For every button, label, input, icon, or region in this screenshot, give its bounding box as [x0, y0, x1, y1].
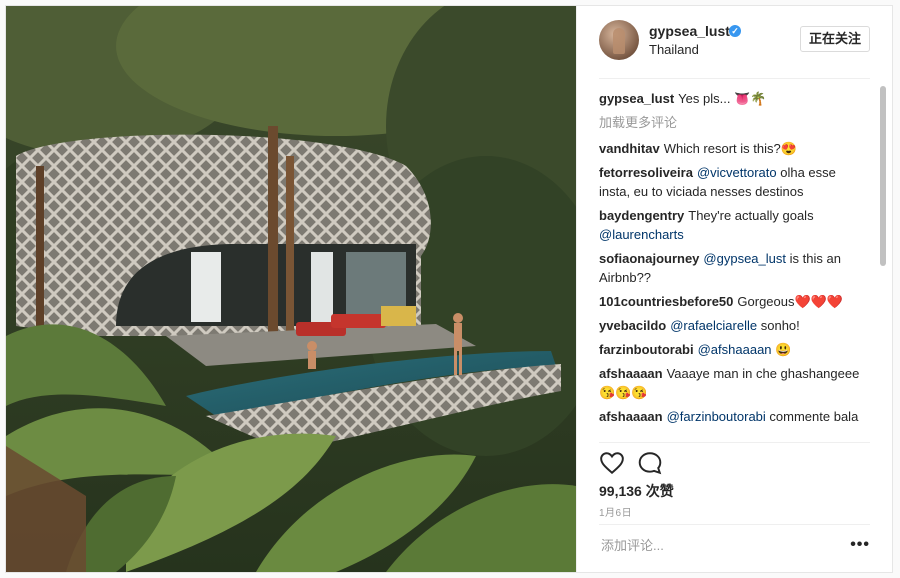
verified-badge-icon: ✓	[729, 25, 741, 37]
comment-item: afshaaaan @farzinboutorabi commente bala	[599, 407, 864, 426]
comment-username[interactable]: afshaaaan	[599, 366, 663, 381]
post-photo[interactable]	[6, 6, 576, 572]
heart-emojis: ❤️❤️❤️	[794, 294, 844, 309]
scrollbar-thumb[interactable]	[880, 86, 886, 266]
divider	[599, 78, 870, 79]
heart-icon[interactable]	[599, 450, 625, 476]
instagram-post: gypsea_lust ✓ Thailand 正在关注 gypsea_lust Y…	[5, 5, 893, 573]
likes-count[interactable]: 99,136 次赞	[599, 481, 674, 501]
comment-username[interactable]: sofiaonajourney	[599, 251, 699, 266]
comment-item: yvebacildo @rafaelciarelle sonho!	[599, 316, 864, 335]
avatar[interactable]	[599, 20, 639, 60]
comment-item: baydengentry They're actually goals @laure…	[599, 206, 864, 244]
header-username[interactable]: gypsea_lust	[649, 23, 730, 39]
comment-text: 😃	[775, 342, 792, 357]
comments-scrollbar[interactable]	[880, 86, 886, 446]
caption-text: Yes pls... 👅🌴	[678, 91, 767, 106]
location-link[interactable]: Thailand	[649, 42, 699, 57]
comment-item: 101countriesbefore50 Gorgeous❤️❤️❤️	[599, 292, 864, 311]
comment-mention[interactable]: @vicvettorato	[697, 165, 777, 180]
caption: gypsea_lust Yes pls... 👅🌴	[599, 89, 864, 108]
comment-text: commente bala	[769, 409, 859, 424]
speech-bubble-icon[interactable]	[637, 450, 663, 476]
comment-text: Which resort is this?😍	[663, 141, 797, 156]
comment-item: sofiaonajourney @gypsea_lust is this an A…	[599, 249, 864, 287]
comment-mention[interactable]: @afshaaaan	[698, 342, 772, 357]
caption-username[interactable]: gypsea_lust	[599, 91, 674, 106]
comment-username[interactable]: vandhitav	[599, 141, 660, 156]
divider	[599, 442, 870, 443]
comment-mention[interactable]: @gypsea_lust	[703, 251, 786, 266]
comment-mention[interactable]: @rafaelciarelle	[670, 318, 757, 333]
comment-text: Gorgeous	[737, 294, 795, 309]
resort-photo-illustration	[6, 6, 576, 572]
more-dots-icon[interactable]: •••	[850, 536, 870, 554]
comment-mention[interactable]: @farzinboutorabi	[667, 409, 766, 424]
comment-text: They're actually goals	[688, 208, 814, 223]
comment-username[interactable]: yvebacildo	[599, 318, 666, 333]
post-side-panel: gypsea_lust ✓ Thailand 正在关注 gypsea_lust Y…	[576, 6, 892, 572]
comment-item: farzinboutorabi @afshaaaan 😃	[599, 340, 864, 359]
comment-username[interactable]: fetorresoliveira	[599, 165, 693, 180]
comment-item: vandhitav Which resort is this?😍	[599, 139, 864, 158]
following-button[interactable]: 正在关注	[799, 26, 870, 52]
comment-item: afshaaaan Vaaaye man in che ghashangeee 😘…	[599, 364, 864, 402]
divider	[599, 524, 870, 525]
comment-username[interactable]: afshaaaan	[599, 409, 663, 424]
post-header: gypsea_lust ✓ Thailand 正在关注	[577, 6, 892, 78]
comment-username[interactable]: farzinboutorabi	[599, 342, 694, 357]
comment-item: fetorresoliveira @vicvettorato olha esse …	[599, 163, 864, 201]
post-date: 1月6日	[599, 508, 633, 519]
load-more-comments-link[interactable]: 加载更多评论	[599, 113, 864, 132]
comment-username[interactable]: baydengentry	[599, 208, 684, 223]
comment-username[interactable]: 101countriesbefore50	[599, 294, 733, 309]
comments-list: gypsea_lust Yes pls... 👅🌴 加载更多评论 vandhita…	[599, 89, 864, 439]
comment-mention[interactable]: @laurencharts	[599, 227, 684, 242]
add-comment-input[interactable]	[599, 537, 823, 554]
comment-text: sonho!	[760, 318, 800, 333]
